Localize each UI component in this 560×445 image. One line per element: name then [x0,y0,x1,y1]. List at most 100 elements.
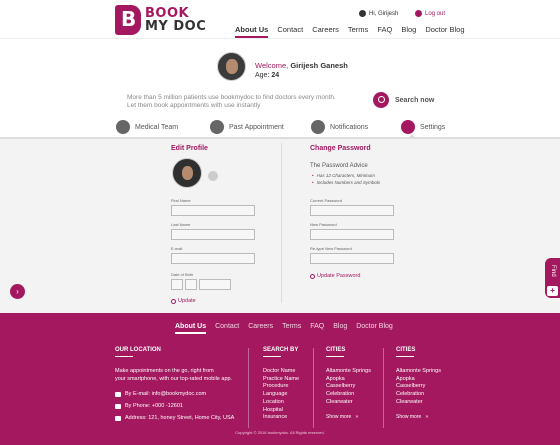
password-advice-title: The Password Advice [310,163,368,169]
update-profile-button[interactable]: Update [171,298,196,304]
search-by-link[interactable]: Language [263,391,299,399]
pencil-icon[interactable] [208,171,218,181]
footer-divider [313,348,314,428]
search-icon[interactable] [373,92,389,108]
active-tab-indicator [408,134,416,138]
mail-icon [115,391,121,397]
advice-item: Includes Numbers and Symbols [312,180,381,187]
tab-past-appointment[interactable]: Past Appointment [210,120,284,134]
plus-icon[interactable]: + [547,286,558,296]
search-by-link[interactable]: Procedure [263,383,299,391]
footer-nav-terms[interactable]: Terms [282,323,301,334]
city-link[interactable]: Celebration [326,391,371,399]
show-more-link[interactable]: Show more » [396,414,428,420]
nav-doctor-blog[interactable]: Doctor Blog [425,25,464,38]
footer-nav-blog[interactable]: Blog [333,323,347,334]
nav-faq[interactable]: FAQ [377,25,392,38]
tab-settings[interactable]: Settings [401,120,445,134]
search-by-link[interactable]: Insurance [263,414,299,422]
user-greeting-text: Hi, Girijesh [369,10,399,17]
update-password-label: Update Password [317,273,361,279]
tab-label: Past Appointment [229,123,284,131]
logout-button[interactable]: Log out [415,10,445,17]
first-name-field[interactable] [171,205,255,216]
email-field[interactable] [171,253,255,264]
age-value: 24 [271,72,280,79]
address-text: Address: 121, honey Street, Home City, U… [125,415,235,421]
avatar [217,52,246,81]
city-link[interactable]: Celebration [396,391,441,399]
location-heading: OUR LOCATION [115,347,161,357]
nav-blog[interactable]: Blog [401,25,416,38]
footer-email[interactable]: By E-mail: info@bookmydoc.com [115,391,206,397]
find-label: Find [550,265,556,277]
show-more-link[interactable]: Show more » [326,414,358,420]
update-password-button[interactable]: Update Password [310,273,360,279]
city-link[interactable]: Clearwater [396,399,441,407]
user-icon [359,10,366,17]
user-name: Girijesh Ganesh [290,61,348,70]
top-nav: About Us Contact Careers Terms FAQ Blog … [235,25,474,38]
double-chevron-right-icon: » [422,414,429,420]
edit-profile-title: Edit Profile [171,145,208,152]
settings-content: Edit Profile First Name Last Name E-mail… [0,139,560,313]
tab-notifications[interactable]: Notifications [311,120,368,134]
email-text: By E-mail: info@bookmydoc.com [125,391,207,397]
logo-icon[interactable]: B [115,5,141,35]
search-by-link[interactable]: Practice Name [263,376,299,384]
search-by-link[interactable]: Hospital [263,407,299,415]
tab-medical-team[interactable]: Medical Team [116,120,178,134]
user-greeting[interactable]: Hi, Girijesh [359,10,398,17]
footer: About Us Contact Careers Terms FAQ Blog … [0,313,560,445]
footer-divider [383,348,384,428]
new-password-field[interactable] [310,229,394,240]
logout-label: Log out [425,10,446,17]
city-link[interactable]: Altamonte Springs [396,368,441,376]
search-now-link[interactable]: Search now [395,97,434,104]
city-link[interactable]: Apopka [326,376,371,384]
footer-nav-about-us[interactable]: About Us [175,323,207,334]
nav-terms[interactable]: Terms [348,25,368,38]
footer-nav-doctor-blog[interactable]: Doctor Blog [356,323,393,334]
city-link[interactable]: Altamonte Springs [326,368,371,376]
footer-nav-contact[interactable]: Contact [215,323,239,334]
nav-contact[interactable]: Contact [277,25,303,38]
chevron-right-icon[interactable]: › [10,284,25,299]
welcome-text: Welcome, Girijesh Ganesh [255,61,348,70]
new-password-label: New Password [310,222,337,227]
show-more-label: Show more [326,414,352,420]
refresh-icon [171,298,176,304]
footer-phone[interactable]: By Phone: +000 -12601 [115,403,183,409]
brand-name[interactable]: BOOK MY DOC [145,7,206,33]
last-name-field[interactable] [171,229,255,240]
dob-day-field[interactable] [171,279,183,290]
location-text: Make appointments on the go, right from … [115,368,232,383]
double-chevron-right-icon: » [352,414,359,420]
city-link[interactable]: Clearwater [326,399,371,407]
retype-password-field[interactable] [310,253,394,264]
search-by-link[interactable]: Doctor Name [263,368,299,376]
nav-about-us[interactable]: About Us [235,25,269,38]
retype-password-label: Re-type New Password [310,246,352,251]
dob-year-field[interactable] [199,279,231,290]
footer-nav-faq[interactable]: FAQ [310,323,324,334]
footer-nav-careers[interactable]: Careers [248,323,273,334]
tagline: More than 5 million patients use bookmyd… [127,94,357,110]
age-label: Age: [255,72,270,79]
location-pin-icon [115,415,121,421]
nav-careers[interactable]: Careers [312,25,339,38]
logo-letter: B [121,7,137,31]
city-link[interactable]: Casselberry [326,383,371,391]
city-link[interactable]: Apopka [396,376,441,384]
email-label: E-mail [171,246,183,251]
current-password-field[interactable] [310,205,394,216]
city-link[interactable]: Casselberry [396,383,441,391]
dob-month-field[interactable] [185,279,197,290]
tagline-line-1: More than 5 million patients use bookmyd… [127,94,336,101]
location-text-line: your smartphone, with our top-rated mobi… [115,375,233,382]
search-by-link[interactable]: Location [263,399,299,407]
footer-divider [248,348,249,428]
change-password-title: Change Password [310,145,371,152]
user-icon [116,120,130,134]
advice-item: Has 12 Characters, Minimum [312,173,380,180]
